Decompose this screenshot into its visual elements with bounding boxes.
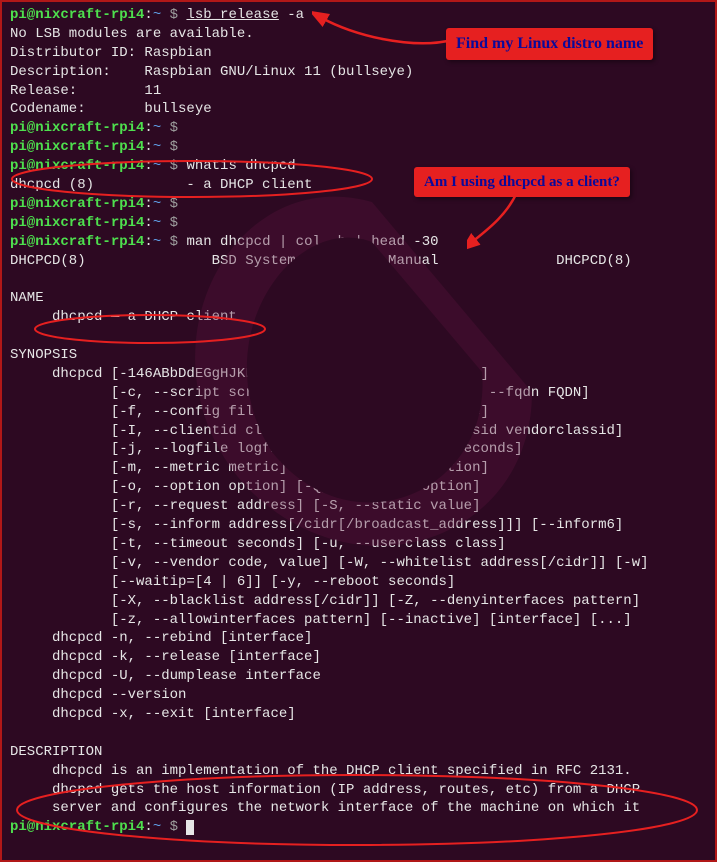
prompt-line-3: pi@nixcraft-rpi4:~ $ [10,138,707,157]
lsb-output-4: Release: 11 [10,82,707,101]
syn-14: [-z, --allowinterfaces pattern] [--inact… [10,611,707,630]
syn-16: dhcpcd -k, --release [interface] [10,648,707,667]
syn-9: [-s, --inform address[/cidr[/broadcast_a… [10,516,707,535]
lsb-output-3: Description: Raspbian GNU/Linux 11 (bull… [10,63,707,82]
syn-18: dhcpcd --version [10,686,707,705]
cursor [186,820,194,835]
syn-11: [-v, --vendor code, value] [-W, --whitel… [10,554,707,573]
syn-3: [-f, --config file] [-h, --hostname host… [10,403,707,422]
blank-3 [10,724,707,743]
desc-3: server and configures the network interf… [10,799,707,818]
syn-19: dhcpcd -x, --exit [interface] [10,705,707,724]
syn-6: [-m, --metric metric] [-O, --nooption op… [10,459,707,478]
desc-1: dhcpcd is an implementation of the DHCP … [10,762,707,781]
prompt-line-5: pi@nixcraft-rpi4:~ $ [10,195,707,214]
syn-12: [--waitip=[4 | 6]] [-y, --reboot seconds… [10,573,707,592]
prompt-line-1: pi@nixcraft-rpi4:~ $ lsb_release -a [10,6,707,25]
syn-10: [-t, --timeout seconds] [-u, --userclass… [10,535,707,554]
prompt-line-6: pi@nixcraft-rpi4:~ $ [10,214,707,233]
callout-dhcpcd-client: Am I using dhcpcd as a client? [414,167,630,197]
syn-15: dhcpcd -n, --rebind [interface] [10,629,707,648]
prompt-line-7: pi@nixcraft-rpi4:~ $ man dhcpcd | col -b… [10,233,707,252]
syn-5: [-j, --logfile logfile] [-l, --leasetime… [10,440,707,459]
man-synopsis-heading: SYNOPSIS [10,346,707,365]
syn-13: [-X, --blacklist address[/cidr]] [-Z, --… [10,592,707,611]
prompt-line-final[interactable]: pi@nixcraft-rpi4:~ $ [10,818,707,837]
lsb-output-5: Codename: bullseye [10,100,707,119]
syn-2: [-c, --script script] [-e, --env value] … [10,384,707,403]
syn-8: [-r, --request address] [-S, --static va… [10,497,707,516]
man-name-heading: NAME [10,289,707,308]
man-header: DHCPCD(8) BSD System Manager's Manual DH… [10,252,707,271]
syn-1: dhcpcd [-146ABbDdEGgHJKLMNPpqTV] [-C, --… [10,365,707,384]
syn-17: dhcpcd -U, --dumplease interface [10,667,707,686]
blank-2 [10,327,707,346]
desc-2: dhcpcd gets the host information (IP add… [10,781,707,800]
syn-4: [-I, --clientid clientid] [-i, --vendorc… [10,422,707,441]
man-name: dhcpcd — a DHCP client [10,308,707,327]
man-description-heading: DESCRIPTION [10,743,707,762]
syn-7: [-o, --option option] [-Q, --require opt… [10,478,707,497]
callout-distro-name: Find my Linux distro name [446,28,653,60]
prompt-line-2: pi@nixcraft-rpi4:~ $ [10,119,707,138]
blank-1 [10,270,707,289]
